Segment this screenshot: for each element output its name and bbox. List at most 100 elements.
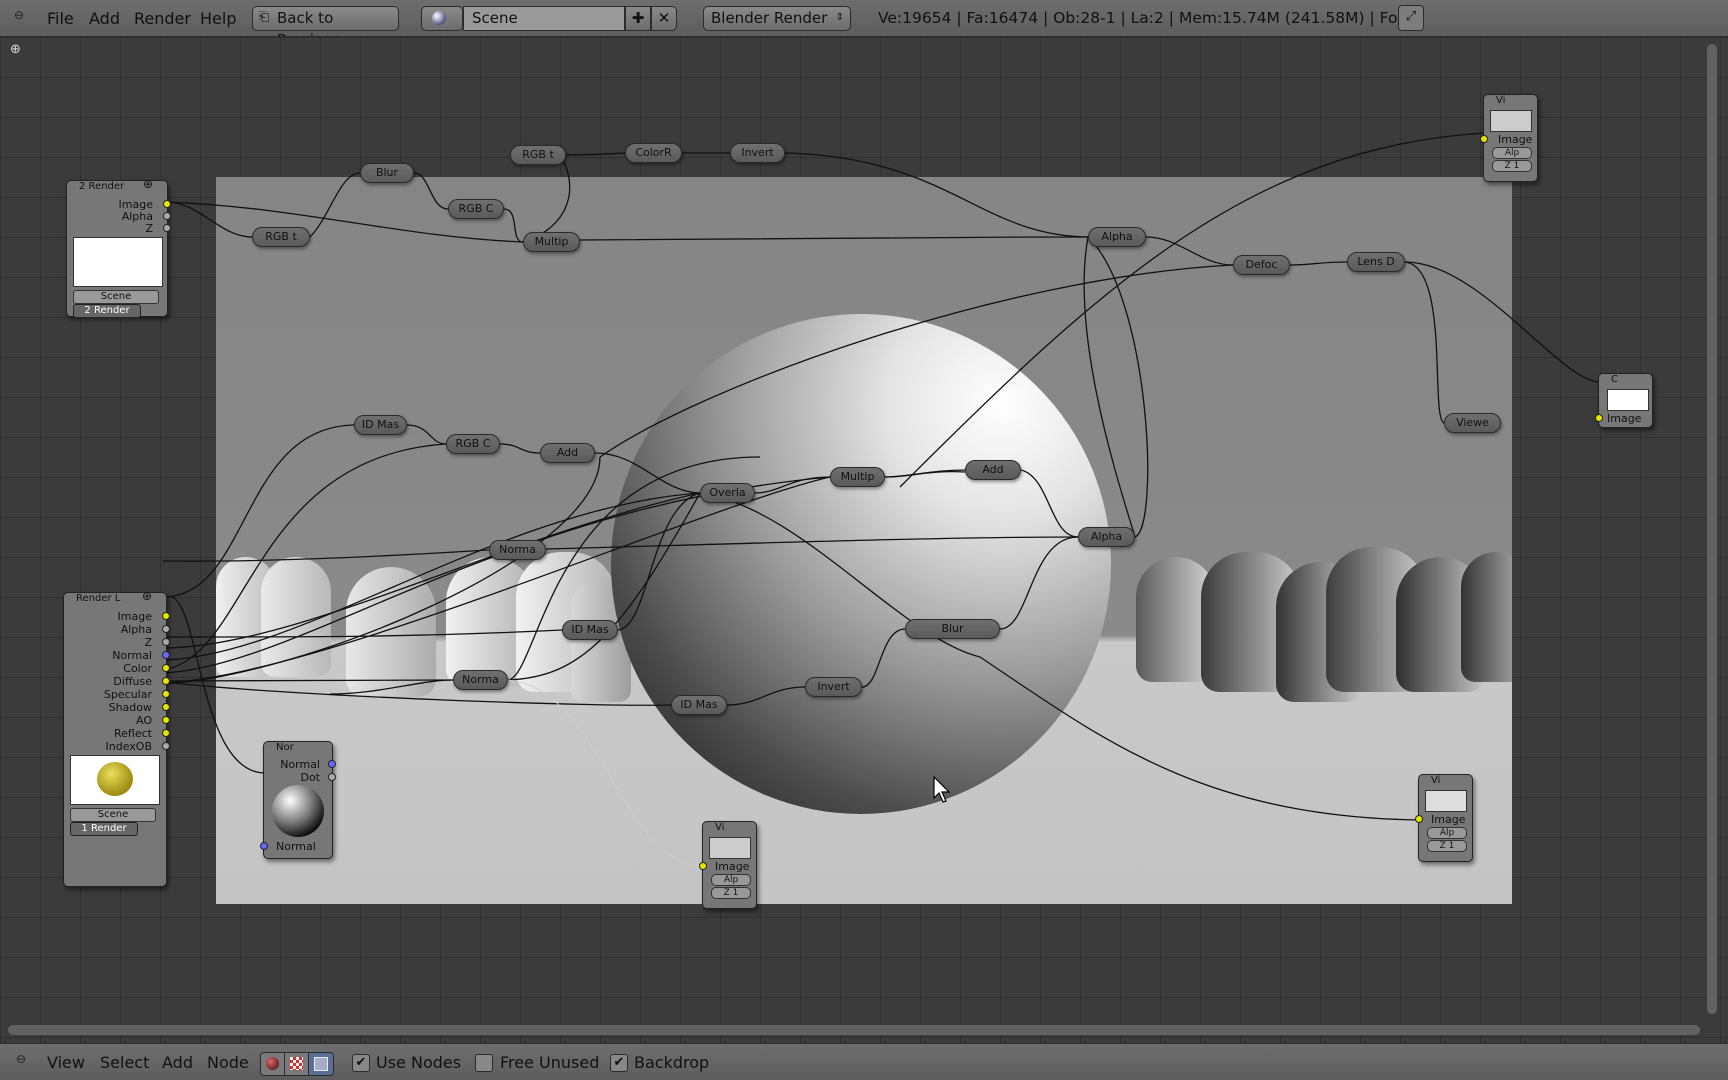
- tree-type-compositing-button[interactable]: [308, 1052, 334, 1076]
- menu-add[interactable]: Add: [89, 9, 120, 28]
- editor-type-menu-icon[interactable]: ⊖: [14, 8, 30, 24]
- blur-node[interactable]: Blur: [905, 619, 1000, 639]
- add-node[interactable]: Add: [540, 443, 595, 463]
- smiley-icon: [97, 762, 133, 796]
- output-socket[interactable]: [163, 212, 171, 220]
- alpha-over-node[interactable]: Alpha: [1078, 527, 1135, 547]
- node-header: Vi: [1431, 775, 1441, 786]
- rgb-curves-node[interactable]: RGB t: [252, 227, 310, 247]
- tree-type-shader-button[interactable]: [260, 1052, 286, 1076]
- output-socket[interactable]: [163, 200, 171, 208]
- output-z-label: Z: [145, 222, 153, 235]
- scene-browse-button[interactable]: [421, 6, 463, 31]
- rgb-curves-node[interactable]: RGB t: [510, 145, 566, 165]
- back-to-previous-button[interactable]: ⎗ Back to Previous: [252, 6, 399, 49]
- alpha-field[interactable]: Alp: [1427, 827, 1467, 839]
- alpha-field[interactable]: Alp: [711, 874, 751, 886]
- rgb-curves-node[interactable]: RGB C: [448, 199, 504, 219]
- editor-type-menu-icon[interactable]: ⊖: [16, 1052, 26, 1066]
- normalize-node[interactable]: Norma: [489, 540, 546, 560]
- render-layers-node-2[interactable]: 2 Render ⊕ Image Alpha Z Scene 2 Render: [66, 177, 171, 318]
- output-socket[interactable]: [162, 625, 170, 633]
- output-socket[interactable]: [162, 638, 170, 646]
- render-engine-select[interactable]: Blender Render ⇕: [703, 6, 851, 31]
- multiply-node[interactable]: Multip: [830, 467, 885, 487]
- render-layer-selector[interactable]: 1 Render: [70, 822, 138, 836]
- add-node[interactable]: Add: [965, 460, 1021, 480]
- z-field[interactable]: Z 1: [711, 887, 751, 899]
- viewer-node-right[interactable]: Vi Image Alp Z 1: [1415, 774, 1473, 862]
- invert-node[interactable]: Invert: [805, 677, 862, 697]
- backdrop-checkbox[interactable]: ✔: [610, 1054, 628, 1072]
- add-scene-button[interactable]: ✚: [625, 6, 651, 31]
- output-socket[interactable]: [162, 716, 170, 724]
- output-socket[interactable]: [162, 651, 170, 659]
- color-ramp-node[interactable]: ColorR: [625, 143, 682, 163]
- checker-texture-icon: [290, 1057, 303, 1070]
- node-add-icon[interactable]: ⊕: [142, 589, 152, 603]
- z-field[interactable]: Z 1: [1492, 160, 1532, 172]
- rgb-curves-node[interactable]: RGB C: [446, 434, 500, 454]
- scene-name-field[interactable]: Scene: [463, 6, 625, 31]
- normalize-node[interactable]: Norma: [453, 670, 508, 690]
- id-mask-node[interactable]: ID Mas: [671, 695, 727, 715]
- output-socket[interactable]: [162, 742, 170, 750]
- node-add-icon[interactable]: ⊕: [143, 177, 153, 191]
- output-socket[interactable]: [162, 677, 170, 685]
- node-editor-area[interactable]: ⊕ 2 Render ⊕ Image Alpha Z Scene 2 Rende…: [0, 37, 1728, 1043]
- multiply-node[interactable]: Multip: [523, 232, 580, 252]
- input-socket[interactable]: [1415, 815, 1423, 823]
- normal-direction-ball[interactable]: [272, 785, 324, 837]
- normal-node[interactable]: Nor Normal Dot Normal: [260, 741, 336, 859]
- scene-selector[interactable]: Scene: [73, 290, 159, 304]
- menu-node[interactable]: Node: [207, 1053, 249, 1072]
- id-mask-node[interactable]: ID Mas: [562, 620, 618, 640]
- overlay-node[interactable]: Overla: [700, 483, 755, 503]
- blur-node[interactable]: Blur: [360, 163, 414, 183]
- output-socket[interactable]: [162, 664, 170, 672]
- menu-view[interactable]: View: [47, 1053, 85, 1072]
- horizontal-scrollbar[interactable]: [8, 1025, 1700, 1035]
- scene-selector[interactable]: Scene: [70, 808, 156, 822]
- fullscreen-icon[interactable]: ⤢: [1398, 5, 1424, 31]
- menu-select[interactable]: Select: [100, 1053, 149, 1072]
- output-label: AO: [136, 714, 152, 727]
- node-header: Vi: [1496, 95, 1506, 106]
- output-socket[interactable]: [162, 690, 170, 698]
- viewer-thumbnail: [1490, 110, 1532, 132]
- menu-help[interactable]: Help: [200, 9, 236, 28]
- output-socket[interactable]: [163, 224, 171, 232]
- render-layer-selector[interactable]: 2 Render: [73, 304, 141, 318]
- composite-node[interactable]: C Image: [1595, 373, 1653, 428]
- vertical-scrollbar[interactable]: [1707, 44, 1717, 1014]
- output-socket[interactable]: [162, 703, 170, 711]
- z-field[interactable]: Z 1: [1427, 840, 1467, 852]
- render-layers-node-1[interactable]: Render L ⊕ Image Alpha Z Normal Color Di…: [63, 589, 170, 887]
- menu-add[interactable]: Add: [162, 1053, 193, 1072]
- invert-node[interactable]: Invert: [730, 143, 785, 163]
- viewer-node-top[interactable]: Vi Image Alp Z 1: [1480, 94, 1538, 182]
- input-socket[interactable]: [1595, 414, 1603, 422]
- tree-type-texture-button[interactable]: [284, 1052, 310, 1076]
- output-socket[interactable]: [328, 773, 336, 781]
- defocus-node[interactable]: Defoc: [1233, 255, 1290, 275]
- menu-file[interactable]: File: [47, 9, 74, 28]
- input-socket[interactable]: [1480, 135, 1488, 143]
- free-unused-checkbox[interactable]: [475, 1054, 493, 1072]
- alpha-over-node[interactable]: Alpha: [1088, 227, 1146, 247]
- delete-scene-button[interactable]: ✕: [651, 6, 677, 31]
- input-socket[interactable]: [699, 862, 707, 870]
- output-socket[interactable]: [328, 760, 336, 768]
- viewer-collapsed-node[interactable]: Viewe: [1444, 413, 1501, 433]
- use-nodes-checkbox[interactable]: ✔: [352, 1054, 370, 1072]
- output-socket[interactable]: [162, 612, 170, 620]
- output-socket[interactable]: [162, 729, 170, 737]
- id-mask-node[interactable]: ID Mas: [354, 415, 407, 435]
- input-socket[interactable]: [260, 842, 268, 850]
- lens-distortion-node[interactable]: Lens D: [1347, 252, 1405, 272]
- scene-statistics: Ve:19654 | Fa:16474 | Ob:28-1 | La:2 | M…: [878, 9, 1414, 27]
- viewer-node-bottom[interactable]: Vi Image Alp Z 1: [699, 821, 757, 909]
- alpha-field[interactable]: Alp: [1492, 147, 1532, 159]
- menu-render[interactable]: Render: [134, 9, 191, 28]
- input-normal-label: Normal: [276, 840, 316, 853]
